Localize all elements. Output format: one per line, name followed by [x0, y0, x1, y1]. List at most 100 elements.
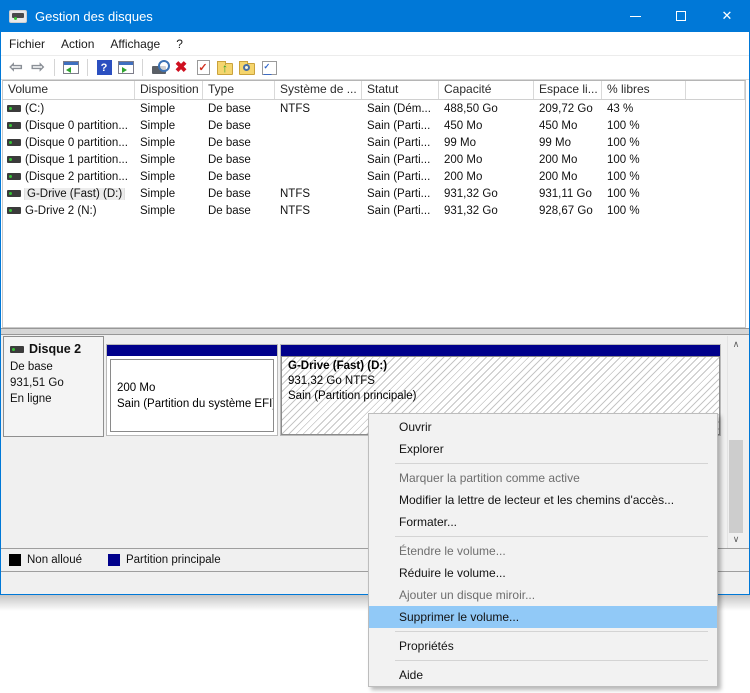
column-header-type[interactable]: Type: [203, 81, 275, 99]
volume-name: (Disque 0 partition...: [25, 137, 128, 149]
drive-icon: [7, 156, 21, 163]
legend-swatch-primary: [108, 554, 120, 566]
console-tree-icon[interactable]: [61, 58, 81, 77]
menu-item-proprietes[interactable]: Propriétés: [369, 635, 717, 657]
window-title: Gestion des disques: [35, 9, 153, 24]
legend-swatch-unallocated: [9, 554, 21, 566]
column-header-filesystem[interactable]: Système de ...: [275, 81, 362, 99]
partition-efi[interactable]: 200 Mo Sain (Partition du système EFI): [106, 344, 278, 436]
disk-type: De base: [10, 359, 99, 375]
disk2-label-panel[interactable]: Disque 2 De base 931,51 Go En ligne: [3, 336, 104, 437]
help-icon[interactable]: ?: [94, 58, 114, 77]
menu-item-modifier-lettre[interactable]: Modifier la lettre de lecteur et les che…: [369, 489, 717, 511]
scrollbar-thumb[interactable]: [729, 440, 743, 533]
column-header-volume[interactable]: Volume: [3, 81, 135, 99]
column-header-espace[interactable]: Espace li...: [534, 81, 602, 99]
table-row[interactable]: (Disque 0 partition... Simple De base Sa…: [3, 134, 745, 151]
device-properties-icon[interactable]: [149, 58, 169, 77]
column-header-disposition[interactable]: Disposition: [135, 81, 203, 99]
forward-icon[interactable]: ⇨: [28, 58, 48, 77]
context-menu: Ouvrir Explorer Marquer la partition com…: [368, 413, 718, 687]
toolbar-separator: [54, 59, 55, 76]
partition-color-bar: [107, 345, 277, 356]
disk-drive-app-icon: [9, 10, 27, 23]
menu-item-ouvrir[interactable]: Ouvrir: [369, 416, 717, 438]
menu-item-ajouter-miroir: Ajouter un disque miroir...: [369, 584, 717, 606]
column-header-capacite[interactable]: Capacité: [439, 81, 534, 99]
menu-item-supprimer-volume[interactable]: Supprimer le volume...: [369, 606, 717, 628]
table-row[interactable]: (C:) Simple De base NTFS Sain (Dém... 48…: [3, 100, 745, 117]
table-row[interactable]: (Disque 2 partition... Simple De base Sa…: [3, 168, 745, 185]
menu-item-formater[interactable]: Formater...: [369, 511, 717, 533]
drive-icon: [7, 139, 21, 146]
table-row-selected[interactable]: G-Drive (Fast) (D:) Simple De base NTFS …: [3, 185, 745, 202]
legend-label-unallocated: Non alloué: [27, 554, 82, 566]
rescan-icon[interactable]: ↑: [215, 58, 235, 77]
volume-name: (Disque 2 partition...: [25, 171, 128, 183]
scroll-down-icon[interactable]: ∨: [728, 531, 744, 548]
task-list-icon[interactable]: ✓—✓—: [259, 58, 279, 77]
menu-help[interactable]: ?: [168, 32, 191, 55]
volume-name: G-Drive 2 (N:): [25, 205, 97, 217]
minimize-icon: [630, 16, 641, 17]
menu-affichage[interactable]: Affichage: [102, 32, 168, 55]
partition-size: 200 Mo: [117, 380, 273, 396]
menu-fichier[interactable]: Fichier: [1, 32, 53, 55]
column-header-libres[interactable]: % libres: [602, 81, 686, 99]
disk-name: Disque 2: [29, 342, 81, 356]
close-button[interactable]: ✕: [704, 0, 750, 32]
maximize-icon: [676, 11, 686, 21]
scrollbar-track[interactable]: [728, 353, 744, 531]
drive-icon: [7, 207, 21, 214]
menu-action[interactable]: Action: [53, 32, 102, 55]
table-row[interactable]: (Disque 1 partition... Simple De base Sa…: [3, 151, 745, 168]
menu-item-reduire-volume[interactable]: Réduire le volume...: [369, 562, 717, 584]
disk-icon: [10, 346, 24, 353]
volume-name: G-Drive (Fast) (D:): [25, 188, 124, 200]
delete-icon[interactable]: ✖: [171, 58, 191, 77]
column-header-filler: [686, 81, 745, 99]
drive-icon: [7, 105, 21, 112]
table-row[interactable]: G-Drive 2 (N:) Simple De base NTFS Sain …: [3, 202, 745, 219]
toolbar: ⇦ ⇨ ? ✖ ✓ ↑ ✓—✓—: [1, 55, 749, 80]
vertical-scrollbar[interactable]: ∧ ∨: [727, 336, 744, 548]
toolbar-separator: [87, 59, 88, 76]
menu-separator: [395, 631, 708, 632]
drive-icon: [7, 190, 21, 197]
find-icon[interactable]: [237, 58, 257, 77]
partition-color-bar: [281, 345, 720, 356]
menu-item-etendre-volume: Étendre le volume...: [369, 540, 717, 562]
title-bar: Gestion des disques ✕: [0, 0, 750, 32]
menu-bar: Fichier Action Affichage ?: [1, 32, 749, 55]
drive-icon: [7, 173, 21, 180]
menu-item-marquer-active: Marquer la partition comme active: [369, 467, 717, 489]
action-pane-icon[interactable]: [116, 58, 136, 77]
close-icon: ✕: [722, 8, 733, 24]
minimize-button[interactable]: [612, 0, 658, 32]
column-header-statut[interactable]: Statut: [362, 81, 439, 99]
partition-size: 931,32 Go NTFS: [288, 374, 719, 389]
disk-size: 931,51 Go: [10, 375, 99, 391]
volume-list-pane: Volume Disposition Type Système de ... S…: [2, 80, 746, 328]
partition-status: Sain (Partition du système EFI): [117, 396, 273, 412]
table-row[interactable]: (Disque 0 partition... Simple De base Sa…: [3, 117, 745, 134]
volume-name: (Disque 1 partition...: [25, 154, 128, 166]
menu-separator: [395, 536, 708, 537]
back-icon[interactable]: ⇦: [6, 58, 26, 77]
volume-name: (Disque 0 partition...: [25, 120, 128, 132]
volume-name: (C:): [25, 103, 44, 115]
toolbar-separator: [142, 59, 143, 76]
disk-status: En ligne: [10, 391, 99, 407]
volume-table-header: Volume Disposition Type Système de ... S…: [3, 81, 745, 100]
pane-splitter[interactable]: [1, 328, 749, 335]
menu-separator: [395, 660, 708, 661]
maximize-button[interactable]: [658, 0, 704, 32]
menu-item-aide[interactable]: Aide: [369, 664, 717, 686]
legend-label-primary: Partition principale: [126, 554, 221, 566]
menu-separator: [395, 463, 708, 464]
partition-status: Sain (Partition principale): [288, 389, 719, 404]
check-volume-icon[interactable]: ✓: [193, 58, 213, 77]
scroll-up-icon[interactable]: ∧: [728, 336, 744, 353]
menu-item-explorer[interactable]: Explorer: [369, 438, 717, 460]
drive-icon: [7, 122, 21, 129]
